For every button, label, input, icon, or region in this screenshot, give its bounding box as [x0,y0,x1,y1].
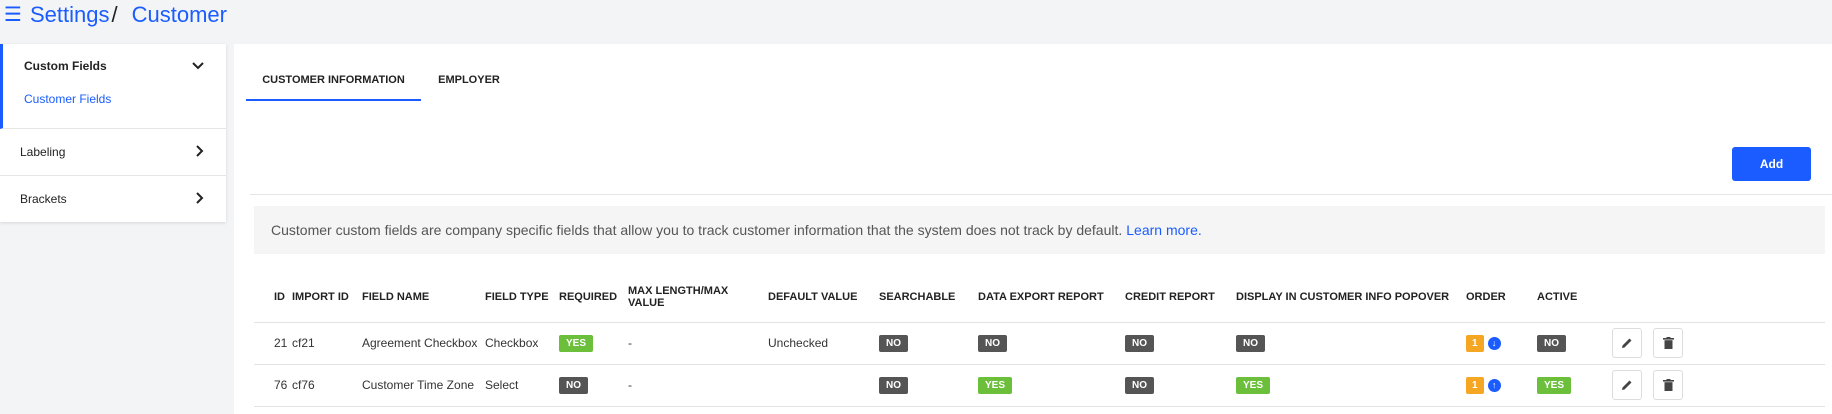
sidebar-item-customer-fields[interactable]: Customer Fields [3,88,226,128]
col-import-id[interactable]: IMPORT ID [290,272,360,323]
cell-import-id: cf21 [290,322,360,365]
cell-import-id: cf76 [290,364,360,407]
popover-badge: YES [1236,376,1271,394]
sidebar-item-label: Brackets [20,192,67,206]
edit-button[interactable] [1612,328,1642,358]
export-badge: NO [978,334,1007,352]
cell-field-type: Select [483,364,557,407]
tab-bar: CUSTOMER INFORMATION EMPLOYER [246,66,517,101]
cell-field-type: Checkbox [483,322,557,365]
breadcrumb-separator: / [111,2,118,27]
col-max-length[interactable]: MAX LENGTH/MAX VALUE [626,272,766,323]
tab-employer[interactable]: EMPLOYER [421,66,517,101]
popover-badge: NO [1236,334,1265,352]
order-badge: 1 [1466,376,1484,394]
col-default-value[interactable]: DEFAULT VALUE [766,272,877,323]
col-field-type[interactable]: FIELD TYPE [483,272,557,323]
hamburger-icon[interactable]: ☰ [4,5,22,25]
col-searchable[interactable]: SEARCHABLE [877,272,976,323]
chevron-down-icon [192,59,204,73]
chevron-right-icon [196,144,204,160]
breadcrumb-customer: Customer [131,2,227,27]
info-banner: Customer custom fields are company speci… [254,206,1825,254]
pencil-icon [1622,338,1632,348]
cell-id: 76 [254,364,290,407]
pencil-icon [1622,380,1632,390]
cell-field-name: Agreement Checkbox [360,322,483,365]
chevron-right-icon [196,191,204,207]
col-active[interactable]: ACTIVE [1535,272,1610,323]
active-badge: YES [1537,376,1572,394]
sidebar-item-brackets[interactable]: Brackets [0,176,226,222]
required-badge: YES [559,334,594,352]
table-row: 76 cf76 Customer Time Zone Select NO - N… [254,364,1825,407]
col-display-popover[interactable]: DISPLAY IN CUSTOMER INFO POPOVER [1234,272,1464,323]
edit-button[interactable] [1612,370,1642,400]
active-badge: NO [1537,334,1566,352]
trash-icon [1662,379,1674,391]
tab-customer-information[interactable]: CUSTOMER INFORMATION [246,66,421,101]
trash-icon [1662,337,1674,349]
arrow-down-circle-icon[interactable]: ↓ [1487,336,1501,350]
col-credit-report[interactable]: CREDIT REPORT [1123,272,1234,323]
delete-button[interactable] [1653,370,1684,400]
custom-fields-table: ID IMPORT ID FIELD NAME FIELD TYPE REQUI… [254,272,1825,407]
sidebar-section-custom-fields: Custom Fields Customer Fields [0,44,226,129]
col-data-export-report[interactable]: DATA EXPORT REPORT [976,272,1123,323]
searchable-badge: NO [879,334,908,352]
breadcrumb-settings[interactable]: Settings [30,2,110,28]
sidebar-section-brackets: Brackets [0,176,226,222]
cell-id: 21 [254,322,290,365]
delete-button[interactable] [1653,328,1684,358]
add-button[interactable]: Add [1732,147,1811,181]
export-badge: YES [978,376,1013,394]
credit-badge: NO [1125,334,1154,352]
col-order[interactable]: ORDER [1464,272,1535,323]
cell-field-name: Customer Time Zone [360,364,483,407]
order-badge: 1 [1466,334,1484,352]
table-header-row: ID IMPORT ID FIELD NAME FIELD TYPE REQUI… [254,272,1825,323]
table-row: 21 cf21 Agreement Checkbox Checkbox YES … [254,322,1825,365]
col-required[interactable]: REQUIRED [557,272,626,323]
sidebar-item-label: Custom Fields [24,59,107,73]
info-text: Customer custom fields are company speci… [271,222,1123,238]
col-field-name[interactable]: FIELD NAME [360,272,483,323]
header: ☰ Settings / Customer [0,0,227,30]
learn-more-link[interactable]: Learn more. [1126,222,1201,238]
col-actions [1610,272,1825,323]
sidebar-section-labeling: Labeling [0,129,226,176]
searchable-badge: NO [879,376,908,394]
sidebar-item-labeling[interactable]: Labeling [0,129,226,175]
sidebar: Custom Fields Customer Fields Labeling B… [0,44,226,222]
divider [250,194,1832,195]
arrow-up-circle-icon[interactable]: ↑ [1487,378,1501,392]
sidebar-item-label: Labeling [20,145,66,159]
main-panel: CUSTOMER INFORMATION EMPLOYER Add Custom… [234,44,1832,414]
cell-max: - [626,364,766,407]
credit-badge: NO [1125,376,1154,394]
required-badge: NO [559,376,588,394]
cell-default: Unchecked [766,322,877,365]
cell-default [766,364,877,407]
cell-max: - [626,322,766,365]
sidebar-item-custom-fields[interactable]: Custom Fields [3,44,226,88]
col-id[interactable]: ID [254,272,290,323]
